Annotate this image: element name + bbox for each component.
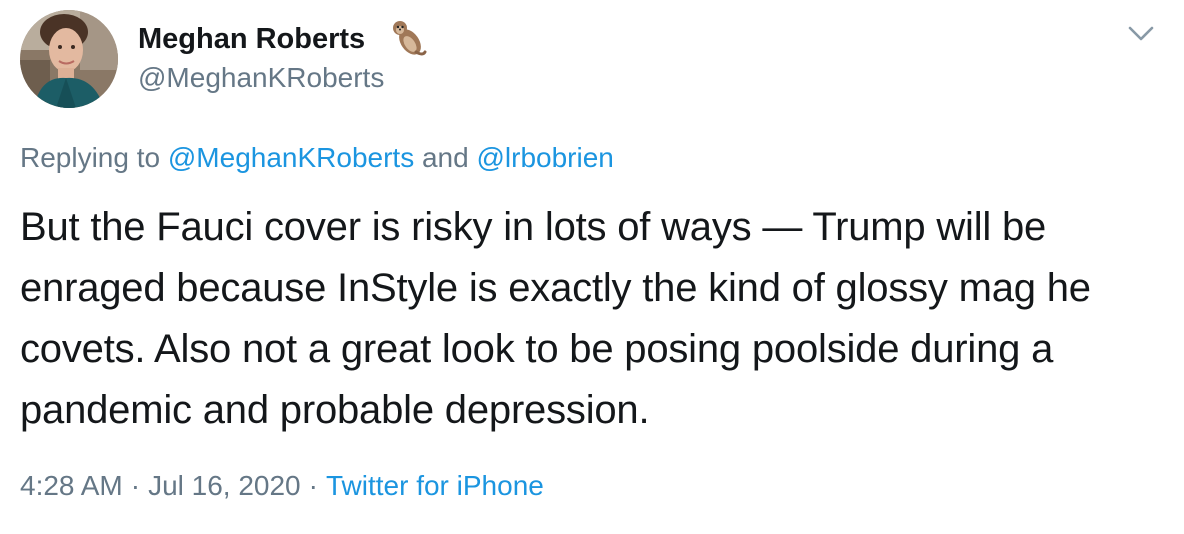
separator-dot: · [308, 470, 318, 501]
author-display-name[interactable]: Meghan Roberts [138, 21, 365, 57]
replying-to-line: Replying to @MeghanKRoberts and @lrbobri… [20, 140, 614, 176]
mention-link-meghankroberts[interactable]: @MeghanKRoberts [168, 142, 414, 173]
separator-dot: · [130, 470, 141, 501]
tweet-metadata: 4:28 AM · Jul 16, 2020 · Twitter for iPhone [20, 468, 544, 504]
replying-to-label: Replying to [20, 142, 168, 173]
tweet-source-link[interactable]: Twitter for iPhone [326, 470, 544, 501]
tweet-text: But the Fauci cover is risky in lots of … [20, 205, 1091, 432]
chevron-down-icon[interactable] [1126, 22, 1156, 46]
avatar-photo [20, 10, 118, 108]
tweet-date[interactable]: Jul 16, 2020 [148, 470, 301, 501]
tweet-card: Meghan Roberts @MeghanKRoberts Replying … [0, 0, 1184, 534]
author-handle[interactable]: @MeghanKRoberts [138, 60, 384, 96]
replying-to-joiner: and [414, 142, 477, 173]
otter-icon [385, 16, 429, 60]
avatar[interactable] [20, 10, 118, 108]
mention-link-lrbobrien[interactable]: @lrbobrien [476, 142, 613, 173]
tweet-time[interactable]: 4:28 AM [20, 470, 123, 501]
